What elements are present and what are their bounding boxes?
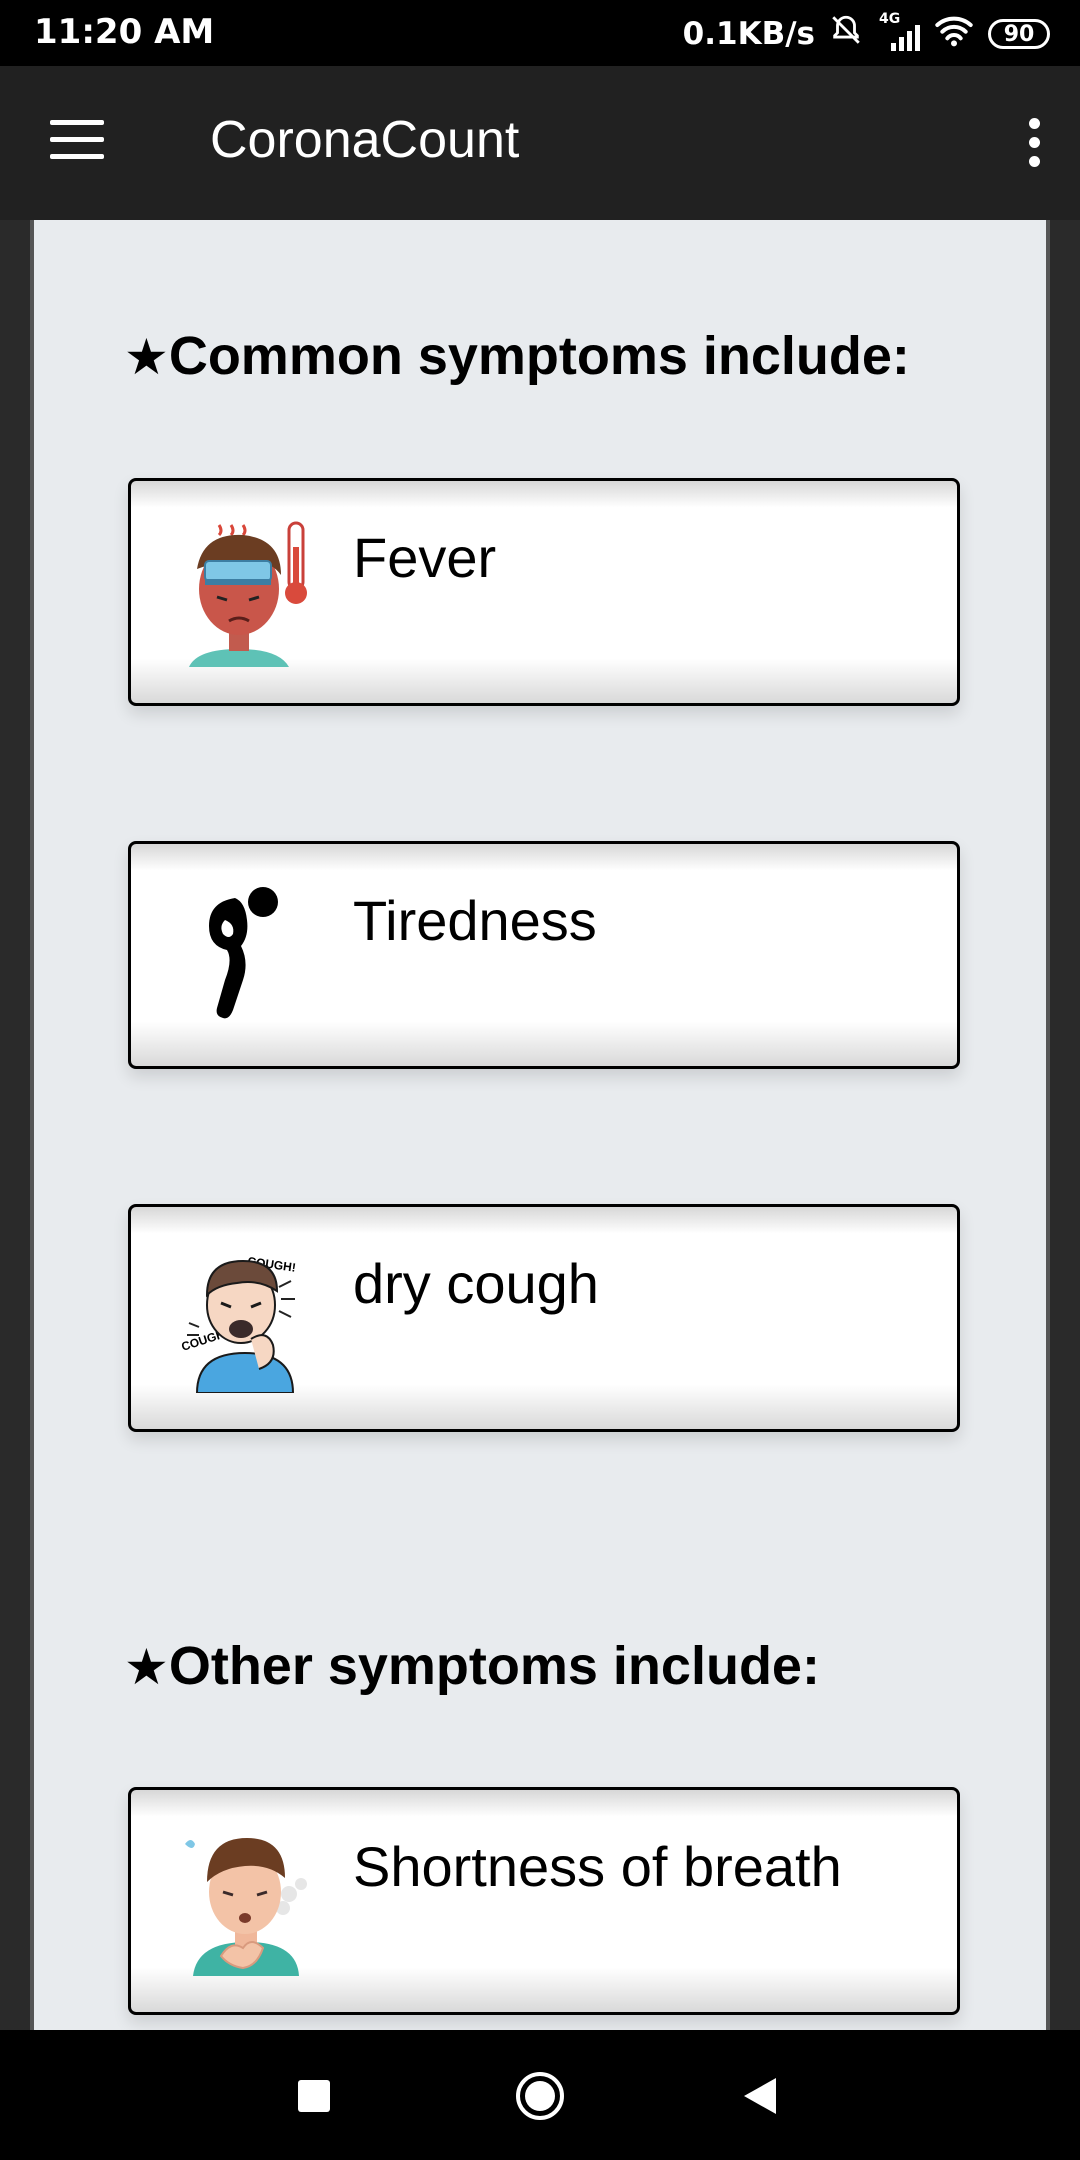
shortness-of-breath-icon: [177, 1826, 317, 1976]
hamburger-menu-icon[interactable]: [50, 120, 104, 160]
other-symptoms-heading: ★Other symptoms include:: [124, 1635, 820, 1697]
home-icon[interactable]: [514, 2070, 566, 2127]
fever-icon: [177, 517, 317, 667]
symptom-label: dry cough: [353, 1252, 599, 1315]
symptom-label: Shortness of breath: [353, 1835, 842, 1898]
recents-icon[interactable]: [296, 2078, 332, 2119]
status-icons: 0.1KB/s 4G 90: [682, 11, 1050, 56]
status-time: 11:20 AM: [34, 12, 215, 52]
symptom-card-shortness-of-breath[interactable]: Shortness of breath: [128, 1787, 960, 2015]
signal-icon: 4G: [877, 11, 920, 51]
status-bar: 11:20 AM 0.1KB/s 4G 90: [0, 0, 1080, 66]
navigation-bar: [0, 2030, 1080, 2160]
app-bar: CoronaCount: [0, 66, 1080, 220]
overflow-menu-icon[interactable]: [1024, 118, 1044, 170]
network-speed: 0.1KB/s: [682, 16, 815, 52]
symptom-card-tiredness[interactable]: Tiredness: [128, 841, 960, 1069]
other-heading-text: Other symptoms include:: [168, 1636, 820, 1696]
symptom-label: Fever: [353, 526, 497, 589]
common-symptoms-heading: ★Common symptoms include:: [124, 325, 910, 387]
network-type: 4G: [879, 11, 901, 27]
battery-icon: 90: [988, 19, 1050, 49]
symptom-label: Tiredness: [353, 889, 597, 952]
wifi-icon: [934, 13, 974, 55]
mute-bell-icon: [829, 13, 863, 55]
tiredness-icon: [177, 880, 317, 1030]
star-icon: ★: [124, 1638, 169, 1696]
back-icon[interactable]: [742, 2076, 778, 2121]
app-title: CoronaCount: [210, 111, 520, 169]
common-heading-text: Common symptoms include:: [168, 326, 910, 386]
cough-icon: COUGH! COUGH!: [177, 1243, 317, 1394]
symptom-card-fever[interactable]: Fever: [128, 478, 960, 706]
symptoms-content[interactable]: ★Common symptoms include: Fever Tirednes…: [30, 220, 1050, 2030]
star-icon: ★: [124, 328, 169, 386]
symptom-card-dry-cough[interactable]: COUGH! COUGH! dry cough: [128, 1204, 960, 1432]
